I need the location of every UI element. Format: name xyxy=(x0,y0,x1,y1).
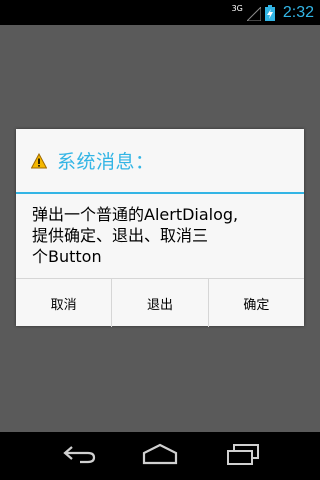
cancel-button[interactable]: 取消 xyxy=(16,279,111,327)
signal-icon xyxy=(245,5,262,21)
dialog-message: 弹出一个普通的AlertDialog, 提供确定、退出、取消三 个Button xyxy=(32,204,292,267)
message-line: 提供确定、退出、取消三 xyxy=(32,226,209,245)
exit-button[interactable]: 退出 xyxy=(111,279,207,327)
recent-apps-button[interactable] xyxy=(217,440,267,472)
back-icon xyxy=(62,444,98,468)
ok-button[interactable]: 确定 xyxy=(207,279,304,327)
navigation-bar xyxy=(0,432,320,480)
home-button[interactable] xyxy=(135,440,185,472)
title-divider xyxy=(16,192,304,194)
status-icons: 3G 2:32 xyxy=(232,0,314,25)
warning-icon xyxy=(30,152,48,169)
clock: 2:32 xyxy=(282,3,314,21)
dialog-title-bar: 系统消息： xyxy=(16,129,304,192)
home-icon xyxy=(141,443,179,469)
status-bar: 3G 2:32 xyxy=(0,0,320,25)
back-button[interactable] xyxy=(55,440,105,472)
recent-apps-icon xyxy=(224,443,260,469)
battery-charging-icon xyxy=(264,4,275,21)
alert-dialog: 系统消息： 弹出一个普通的AlertDialog, 提供确定、退出、取消三 个B… xyxy=(16,129,304,327)
network-type: 3G xyxy=(231,3,243,13)
message-line: 个Button xyxy=(32,247,102,266)
dialog-title: 系统消息： xyxy=(57,151,155,173)
dialog-button-bar: 取消 退出 确定 xyxy=(16,278,304,327)
message-line: 弹出一个普通的AlertDialog, xyxy=(32,205,239,224)
